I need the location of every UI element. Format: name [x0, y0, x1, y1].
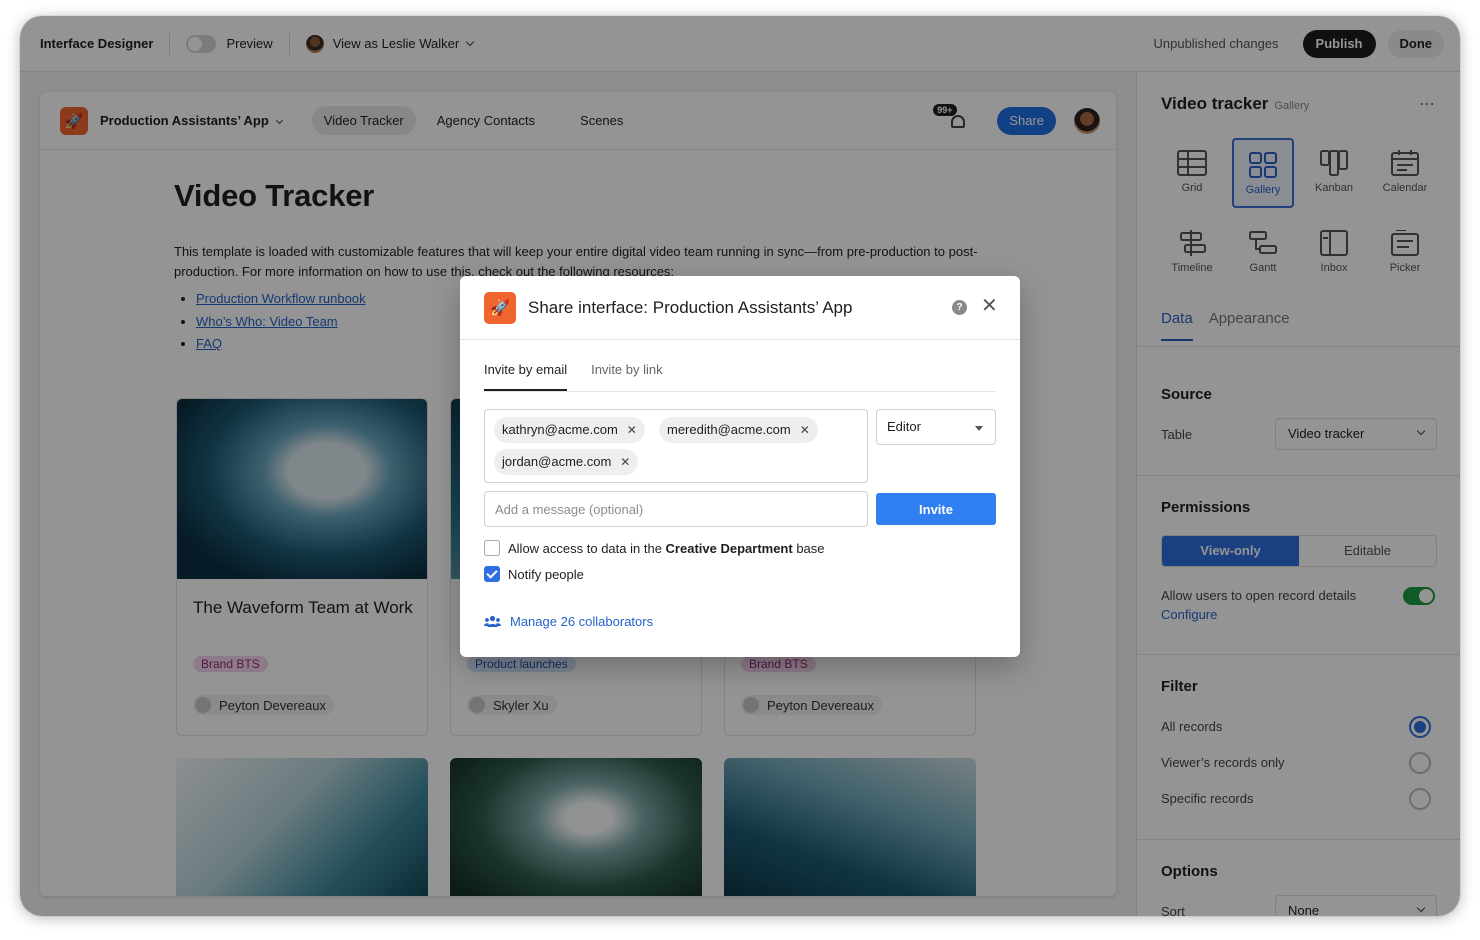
- people-icon: [484, 615, 501, 627]
- share-dialog: 🚀 Share interface: Production Assistants…: [460, 276, 1020, 657]
- app-window: Interface Designer Preview View as Lesli…: [20, 16, 1460, 916]
- allow-access-suffix: base: [796, 540, 825, 556]
- dialog-header: 🚀 Share interface: Production Assistants…: [460, 276, 1020, 340]
- close-icon[interactable]: ✕: [981, 296, 998, 316]
- remove-icon[interactable]: ✕: [627, 423, 637, 437]
- allow-access-checkbox[interactable]: [484, 540, 500, 556]
- invite-tabs: Invite by email Invite by link: [484, 362, 996, 392]
- email-recipients-field[interactable]: kathryn@acme.com ✕ meredith@acme.com ✕ jor…: [484, 409, 868, 483]
- email-chip: meredith@acme.com ✕: [659, 417, 818, 443]
- help-icon[interactable]: ?: [952, 300, 967, 315]
- caret-down-icon: [975, 426, 983, 431]
- rocket-icon: 🚀: [484, 291, 516, 324]
- remove-icon[interactable]: ✕: [800, 423, 810, 437]
- notify-row: Notify people: [484, 566, 584, 582]
- manage-collaborators-link[interactable]: Manage 26 collaborators: [484, 614, 653, 629]
- manage-collaborators-label: Manage 26 collaborators: [510, 614, 654, 629]
- base-name: Creative Department: [665, 540, 793, 556]
- tab-invite-by-email[interactable]: Invite by email: [484, 362, 568, 391]
- role-select[interactable]: Editor: [876, 409, 996, 445]
- notify-checkbox[interactable]: [484, 566, 500, 582]
- notify-label: Notify people: [508, 566, 584, 582]
- dialog-title: Share interface: Production Assistants’ …: [528, 297, 853, 317]
- email-chip: kathryn@acme.com ✕: [494, 417, 645, 443]
- remove-icon[interactable]: ✕: [620, 455, 630, 469]
- message-input[interactable]: [484, 491, 868, 527]
- allow-access-row: Allow access to data in the Creative Dep…: [484, 540, 825, 556]
- email-chip: jordan@acme.com ✕: [494, 449, 639, 475]
- invite-button[interactable]: Invite: [876, 493, 996, 525]
- tab-invite-by-link[interactable]: Invite by link: [591, 362, 663, 391]
- allow-access-prefix: Allow access to data in the: [508, 540, 662, 556]
